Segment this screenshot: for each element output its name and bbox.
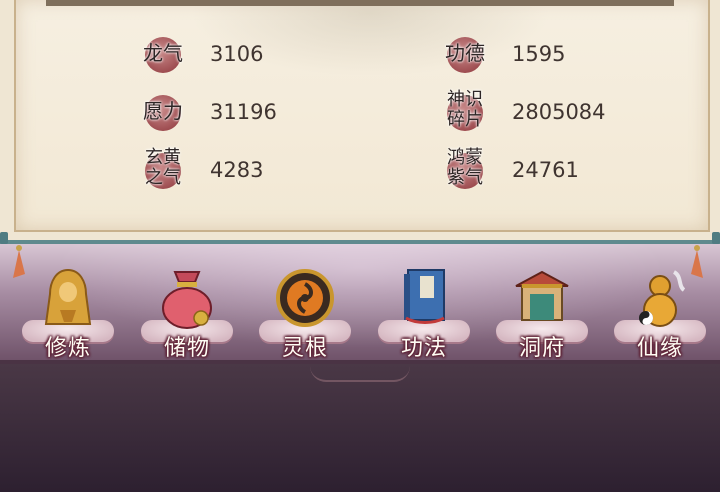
stat-value: 4283 [210, 158, 264, 182]
spirit-root-orb-icon [276, 269, 334, 327]
stat-value: 2805084 [512, 100, 606, 124]
stat-label: 玄黄 之气 [145, 147, 181, 188]
menu-label: 储物 [163, 336, 210, 361]
stat-label: 神识 碎片 [447, 89, 483, 130]
stat-badge: 鸿蒙 紫气 [442, 146, 488, 192]
menu-cave-dwelling[interactable]: 洞府 [492, 262, 592, 362]
bottom-background [0, 364, 720, 492]
menu-label: 灵根 [281, 336, 328, 361]
stat-value: 24761 [512, 158, 579, 182]
rail-cap-left [0, 232, 8, 244]
stat-badge: 功德 [442, 30, 488, 76]
stat-badge: 玄黄 之气 [140, 146, 186, 192]
stat-value: 31196 [210, 100, 277, 124]
stat-badge: 龙气 [140, 30, 186, 76]
menu-label: 修炼 [44, 336, 91, 361]
menu-label: 仙缘 [636, 336, 683, 361]
menu-storage[interactable]: 储物 [137, 262, 237, 362]
stat-badge: 神识 碎片 [442, 88, 488, 134]
stat-label: 鸿蒙 紫气 [447, 147, 483, 188]
technique-book-icon [404, 269, 445, 324]
cave-dwelling-icon [515, 270, 569, 321]
stat-label: 愿力 [143, 99, 183, 123]
rail-cap-right [712, 232, 720, 244]
cultivate-monk-icon [44, 268, 92, 325]
immortal-gourd-icon [639, 270, 686, 327]
bottom-ornament [310, 366, 410, 382]
stat-value: 3106 [210, 42, 264, 66]
resource-panel: 龙气 3106 功德 1595 愿力 31196 神识 碎片 2805084 玄… [0, 0, 720, 240]
stat-value: 1595 [512, 42, 566, 66]
menu-cultivate[interactable]: 修炼 [18, 262, 118, 362]
stat-label: 功德 [445, 41, 485, 65]
stat-label: 龙气 [143, 41, 183, 65]
storage-bag-icon [162, 271, 212, 329]
menu-spirit-root[interactable]: 灵根 [255, 262, 355, 362]
menu-label: 功法 [400, 336, 447, 361]
menu-technique[interactable]: 功法 [374, 262, 474, 362]
menu-immortal-fate[interactable]: 仙缘 [610, 262, 710, 362]
stat-badge: 愿力 [140, 88, 186, 134]
menu-label: 洞府 [518, 336, 565, 361]
